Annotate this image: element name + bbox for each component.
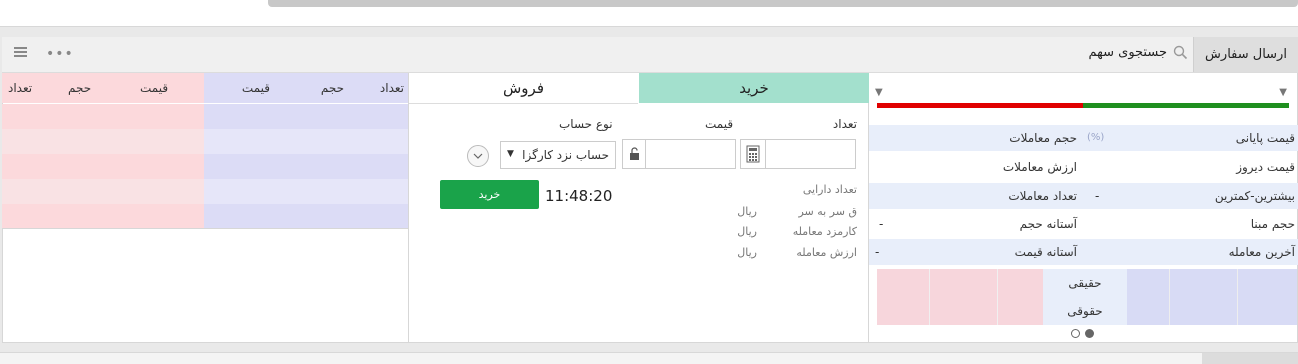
- bottom-tab[interactable]: [1202, 353, 1298, 364]
- unlock-icon[interactable]: [623, 140, 646, 168]
- search-label: جستجوی سهم: [1088, 45, 1167, 60]
- info-label: ارزش معامله: [796, 246, 857, 259]
- sell-book-header: [2, 73, 204, 103]
- dropdown-arrow-icon: ▼: [507, 149, 514, 159]
- order-form: خرید فروش تعداد قیمت نوع حساب حساب نزد ک…: [408, 73, 869, 343]
- stats-row: قیمت پایانی (%) حجم معاملات: [869, 125, 1298, 151]
- column-header: حجم: [68, 81, 92, 95]
- hamburger-menu-icon[interactable]: [14, 47, 27, 57]
- calculator-icon[interactable]: [741, 140, 766, 168]
- chevron-down-icon[interactable]: [467, 145, 489, 167]
- order-book-row: [2, 129, 408, 154]
- account-type-select[interactable]: حساب نزد کارگزا ▼: [500, 141, 616, 169]
- stat-label: قیمت پایانی: [1235, 131, 1295, 145]
- stat-badge: (%): [1087, 132, 1105, 143]
- info-label: کارمزد معامله: [792, 225, 857, 238]
- stat-label: آستانه قیمت: [1014, 245, 1077, 259]
- buy-sell-ratio-bar: [877, 103, 1289, 108]
- investor-row-real: حقیقی: [877, 269, 1297, 298]
- stat-label: حجم مبنا: [1250, 217, 1295, 231]
- stat-label: آخرین معامله: [1228, 245, 1295, 259]
- price-label: قیمت: [705, 117, 734, 131]
- order-book-row: [2, 179, 408, 204]
- investor-label: حقیقی: [1043, 269, 1127, 297]
- stat-label: حجم معاملات: [1009, 131, 1077, 145]
- tab-buy[interactable]: خرید: [639, 73, 869, 103]
- order-book-row: [2, 204, 408, 229]
- order-book: تعداد حجم قیمت قیمت حجم تعداد: [2, 73, 408, 229]
- tab-send-order-label: ارسال سفارش: [1205, 47, 1287, 62]
- pager-dot[interactable]: [1071, 329, 1080, 338]
- server-time: 11:48:20: [545, 187, 613, 205]
- price-input[interactable]: [622, 139, 736, 169]
- quantity-label: تعداد: [832, 117, 857, 131]
- sell-ratio-bar: [877, 103, 1083, 108]
- stats-row: آخرین معامله آستانه قیمت -: [869, 239, 1298, 265]
- stat-value: -: [875, 245, 880, 259]
- panel-header: ارسال سفارش جستجوی سهم •••: [2, 37, 1298, 73]
- investor-label: حقوقی: [1043, 297, 1127, 325]
- investor-row-legal: حقوقی: [877, 297, 1297, 325]
- info-unit: ریال: [737, 246, 757, 259]
- top-toolbar: [0, 0, 1298, 27]
- order-book-row: [2, 104, 408, 129]
- stat-value: -: [879, 217, 884, 231]
- tab-sell-label: فروش: [502, 79, 544, 97]
- stock-stats-panel: ▼ ▼ قیمت پایانی (%) حجم معاملات قیمت دیر…: [868, 73, 1298, 343]
- stats-row: قیمت دیروز ارزش معاملات: [869, 154, 1298, 180]
- tab-buy-label: خرید: [739, 79, 769, 97]
- stat-label: ارزش معاملات: [1002, 160, 1077, 174]
- account-type-label: نوع حساب: [559, 117, 613, 131]
- info-label: تعداد دارایی: [802, 183, 857, 196]
- column-header: قیمت: [241, 81, 270, 95]
- buy-book-header: [204, 73, 408, 103]
- investor-type-table: حقیقی حقوقی: [877, 269, 1297, 325]
- column-header: قیمت: [140, 81, 169, 95]
- stat-label: بیشترین-کمترین: [1214, 189, 1295, 203]
- info-unit: ریال: [737, 205, 757, 218]
- pager-dot-active[interactable]: [1085, 329, 1094, 338]
- collapse-left-icon[interactable]: ▼: [875, 87, 883, 98]
- column-header: حجم: [320, 81, 344, 95]
- column-header: تعداد: [379, 81, 404, 95]
- stat-label: قیمت دیروز: [1236, 160, 1295, 174]
- submit-buy-button[interactable]: خرید: [440, 180, 539, 209]
- stat-value: -: [1095, 189, 1100, 203]
- submit-buy-label: خرید: [478, 188, 501, 201]
- account-type-value: حساب نزد کارگزا: [522, 148, 609, 162]
- quantity-input[interactable]: [740, 139, 856, 169]
- symbol-search[interactable]: جستجوی سهم: [1088, 45, 1188, 60]
- tab-sell[interactable]: فروش: [409, 73, 638, 104]
- bottom-tab-strip: [0, 352, 1298, 364]
- buy-ratio-bar: [1083, 103, 1289, 108]
- search-icon: [1173, 45, 1188, 60]
- info-label: ق سر به سر: [798, 205, 857, 218]
- stat-label: آستانه حجم: [1019, 217, 1077, 231]
- column-header: تعداد: [8, 81, 33, 95]
- stats-row: حجم مبنا آستانه حجم -: [869, 211, 1298, 237]
- stats-row: بیشترین-کمترین - تعداد معاملات: [869, 183, 1298, 209]
- more-options-icon[interactable]: •••: [46, 46, 74, 62]
- collapse-right-icon[interactable]: ▼: [1279, 87, 1287, 98]
- stat-label: تعداد معاملات: [1008, 189, 1077, 203]
- tab-send-order[interactable]: ارسال سفارش: [1193, 37, 1298, 72]
- order-book-row: [2, 154, 408, 179]
- horizontal-scrollbar[interactable]: [268, 0, 1298, 7]
- info-unit: ریال: [737, 225, 757, 238]
